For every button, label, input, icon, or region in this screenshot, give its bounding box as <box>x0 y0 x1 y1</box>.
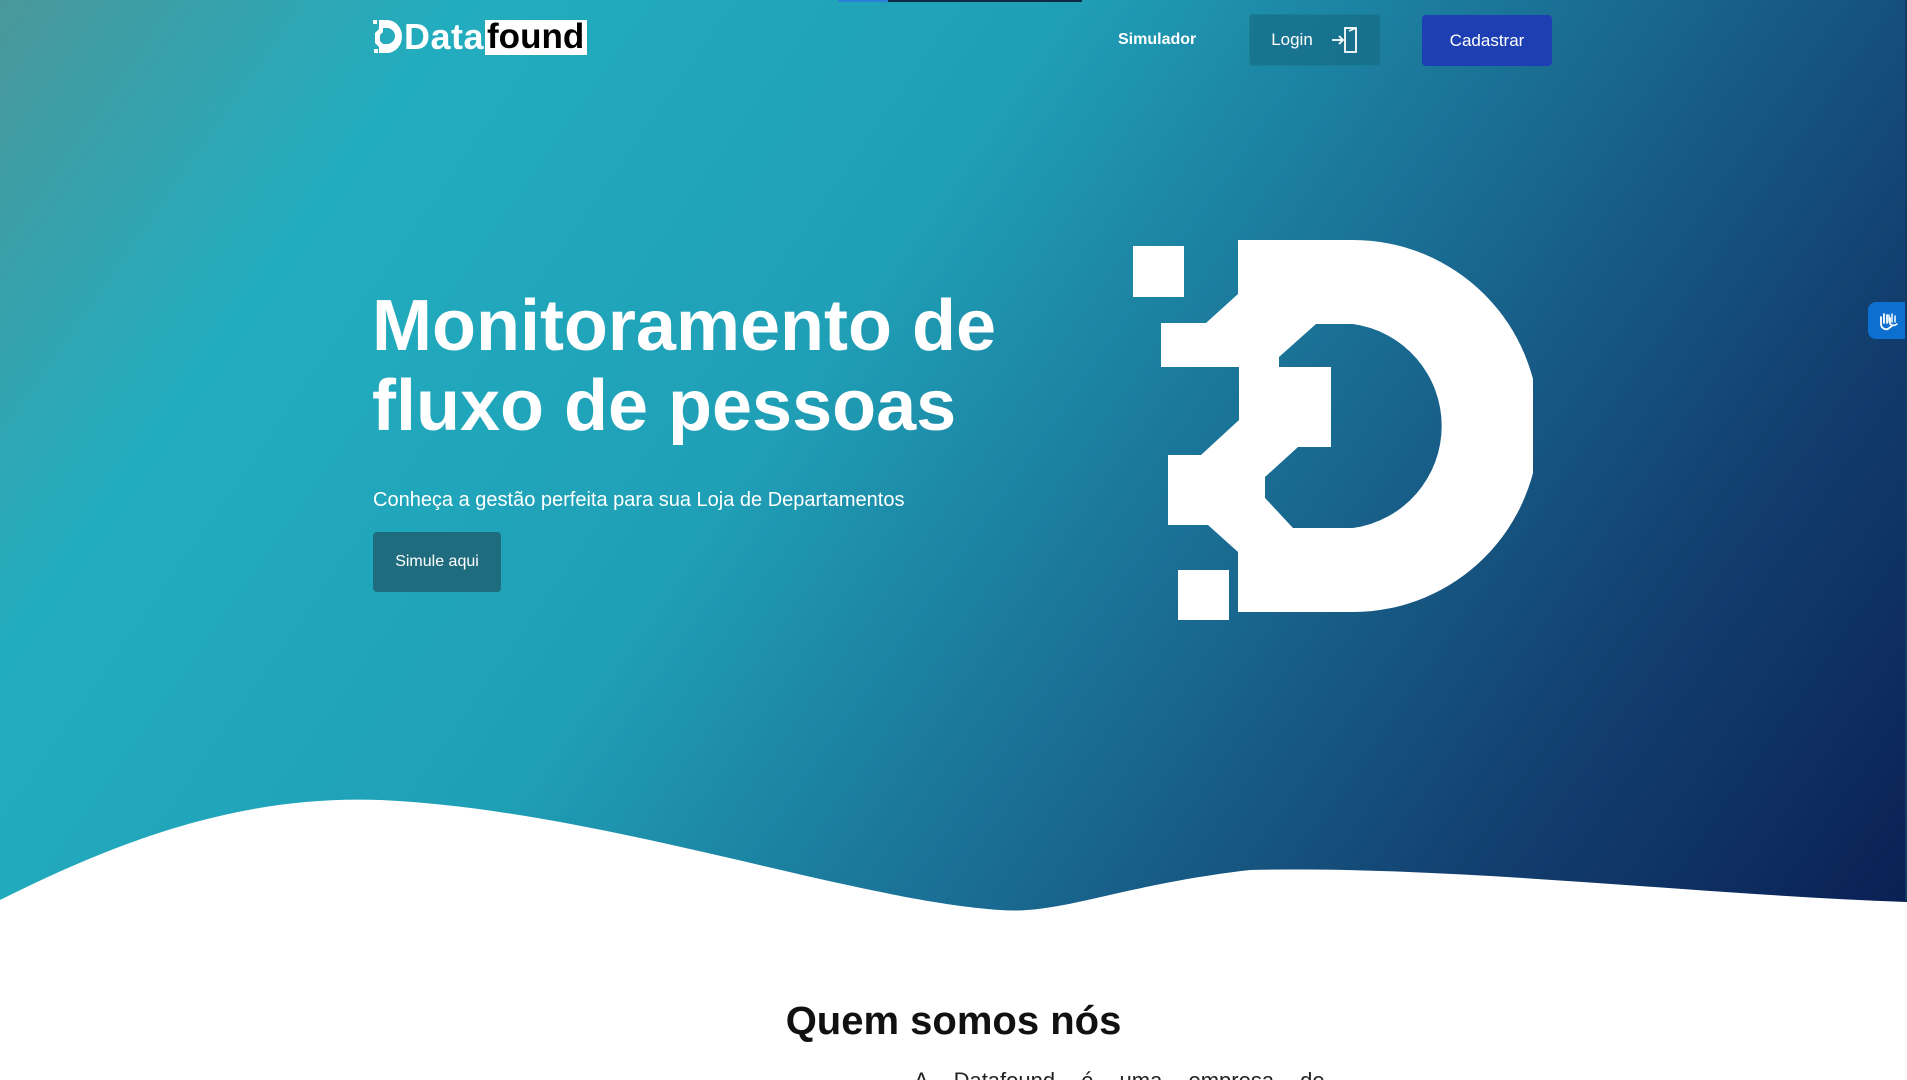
hero-subtitle: Conheça a gestão perfeita para sua Loja … <box>373 489 905 511</box>
landing-page: Data found Simulador Login Cadastrar Mon… <box>0 0 1907 1080</box>
login-button-label: Login <box>1271 30 1313 49</box>
top-loading-bar <box>838 0 1082 2</box>
login-button[interactable]: Login <box>1249 14 1381 66</box>
datafound-logo-mark <box>1133 240 1533 620</box>
register-button[interactable]: Cadastrar <box>1422 15 1552 66</box>
logo-text-found: found <box>485 19 588 55</box>
about-section-title: Quem somos nós <box>785 999 1122 1043</box>
hero-title-line1: Monitoramento de <box>372 286 996 366</box>
about-section-text: A Datafound é uma empresa de <box>914 1066 1374 1080</box>
simulate-button[interactable]: Simule aqui <box>373 532 501 592</box>
hero-section <box>0 0 1907 930</box>
accessibility-vlibras-button[interactable] <box>1868 302 1907 339</box>
logo-text-data: Data <box>404 16 485 57</box>
datafound-d-icon <box>373 20 402 53</box>
login-door-icon <box>1331 27 1357 53</box>
nav-simulator-link[interactable]: Simulador <box>1118 26 1196 54</box>
hero-wave <box>0 799 1907 930</box>
hero-title: Monitoramento de fluxo de pessoas <box>372 286 1072 446</box>
logo[interactable]: Data found <box>373 16 588 57</box>
vlibras-hands-icon <box>1879 312 1898 330</box>
hero-title-line2: fluxo de pessoas <box>372 366 957 446</box>
